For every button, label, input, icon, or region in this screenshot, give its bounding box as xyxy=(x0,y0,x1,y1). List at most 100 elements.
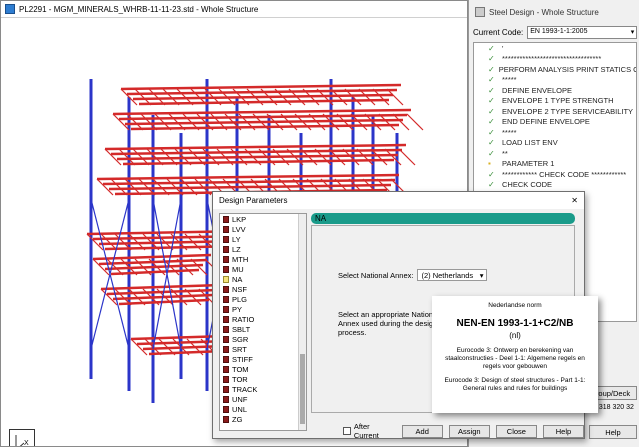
check-icon: ✓ xyxy=(488,85,495,95)
parameter-label: TOR xyxy=(232,374,248,384)
code-row: Current Code: EN 1993-1-1:2005 ▾ xyxy=(473,26,638,39)
command-text: ************ CHECK CODE ************ xyxy=(502,169,627,179)
command-item[interactable]: ✓ ********************************** xyxy=(474,54,636,65)
command-text: ENVELOPE 2 TYPE SERVICEABILITY xyxy=(502,106,634,116)
code-value: EN 1993-1-1:2005 xyxy=(530,28,588,35)
close-button[interactable]: Close xyxy=(495,424,537,438)
dialog-titlebar: Design Parameters ✕ xyxy=(213,192,584,209)
annex-value: (2) Netherlands xyxy=(421,270,474,280)
parameter-icon xyxy=(223,245,229,253)
parameter-icon xyxy=(223,215,229,223)
parameter-item[interactable]: UNL xyxy=(220,404,306,414)
code-select[interactable]: EN 1993-1-1:2005 ▾ xyxy=(527,26,638,39)
parameter-icon xyxy=(223,305,229,313)
parameter-item[interactable]: SBLT xyxy=(220,324,306,334)
deck-joist xyxy=(398,148,416,166)
annex-label: Select National Annex: xyxy=(338,270,414,280)
command-item[interactable]: ✓ CHECK CODE xyxy=(474,180,636,191)
parameter-item[interactable]: MU xyxy=(220,264,306,274)
deck-beam xyxy=(110,268,200,276)
command-item[interactable]: ✓ ENVELOPE 2 TYPE SERVICEABILITY xyxy=(474,106,636,117)
deck-beam xyxy=(104,143,407,151)
help-button[interactable]: Help xyxy=(542,424,584,438)
parameter-item[interactable]: TRACK xyxy=(220,384,306,394)
parameter-item[interactable]: SGR xyxy=(220,334,306,344)
command-text: END DEFINE ENVELOPE xyxy=(502,117,590,127)
add-button[interactable]: Add xyxy=(401,424,443,438)
command-text: ***** xyxy=(502,75,517,85)
parameter-item[interactable]: LVV xyxy=(220,224,306,234)
list-scrollbar[interactable] xyxy=(298,214,306,430)
card-language: (nl) xyxy=(509,331,521,340)
parameter-icon xyxy=(223,255,229,263)
parameter-item[interactable]: RATIO xyxy=(220,314,306,324)
parameter-item[interactable]: STIFF xyxy=(220,354,306,364)
deck-beam xyxy=(112,108,412,116)
after-current-checkbox[interactable] xyxy=(343,427,351,435)
command-item[interactable]: ✓ ***** xyxy=(474,127,636,138)
parameter-item[interactable]: LY xyxy=(220,234,306,244)
deck-joist xyxy=(104,148,122,166)
annex-row: Select National Annex: (2) Netherlands ▾ xyxy=(338,269,488,281)
steel-panel-title: Steel Design - Whole Structure xyxy=(489,7,599,17)
card-dutch-title: Eurocode 3: Ontwerp en berekening van st… xyxy=(445,347,585,370)
check-icon: ✓ xyxy=(488,54,495,64)
check-icon: ✓ xyxy=(488,43,495,53)
after-current-option[interactable]: After Current xyxy=(343,422,396,440)
steel-panel-icon xyxy=(475,7,485,17)
parameter-item[interactable]: NA xyxy=(220,274,306,284)
command-item[interactable]: ✓ ***** xyxy=(474,75,636,86)
parameter-item[interactable]: TOM xyxy=(220,364,306,374)
parameter-item[interactable]: PLG xyxy=(220,294,306,304)
parameter-label: STIFF xyxy=(232,354,253,364)
parameter-label: NA xyxy=(232,274,243,284)
parameter-icon xyxy=(223,325,229,333)
annex-select[interactable]: (2) Netherlands ▾ xyxy=(417,269,488,281)
command-text: DEFINE ENVELOPE xyxy=(502,85,573,95)
command-item[interactable]: ✓ ' xyxy=(474,43,636,54)
steel-help-button[interactable]: Help xyxy=(589,425,637,439)
parameter-icon xyxy=(223,295,229,303)
list-scroll-thumb[interactable] xyxy=(300,354,305,424)
parameter-label: SGR xyxy=(232,334,249,344)
command-item[interactable]: ✓ ************ CHECK CODE ************ xyxy=(474,169,636,180)
parameter-item[interactable]: UNF xyxy=(220,394,306,404)
parameter-item[interactable]: LKP xyxy=(220,214,306,224)
parameter-item[interactable]: LZ xyxy=(220,244,306,254)
deck-beam xyxy=(118,298,210,306)
command-item[interactable]: ✓ END DEFINE ENVELOPE xyxy=(474,117,636,128)
parameter-item[interactable]: PY xyxy=(220,304,306,314)
parameter-label: LZ xyxy=(232,244,241,254)
check-icon: ✓ xyxy=(488,180,495,190)
command-item[interactable]: ✓ LOAD LIST ENV xyxy=(474,138,636,149)
close-icon[interactable]: ✕ xyxy=(571,196,578,205)
parameter-icon xyxy=(223,235,229,243)
command-item[interactable]: ✓ PERFORM ANALYSIS PRINT STATICS C xyxy=(474,64,636,75)
parameter-icon xyxy=(223,385,229,393)
deck-joist xyxy=(134,88,152,106)
command-item[interactable]: ✓ DEFINE ENVELOPE xyxy=(474,85,636,96)
deck-beam xyxy=(120,83,402,91)
parameter-icon xyxy=(223,335,229,343)
assign-button[interactable]: Assign xyxy=(448,424,490,438)
check-icon: ✓ xyxy=(488,75,495,85)
parameter-icon xyxy=(223,355,229,363)
steel-titlebar: Steel Design - Whole Structure xyxy=(469,0,639,24)
parameter-label: TOM xyxy=(232,364,249,374)
parameter-item[interactable]: SRT xyxy=(220,344,306,354)
deck-joist xyxy=(386,88,404,106)
command-item[interactable]: ▪ PARAMETER 1 xyxy=(474,159,636,170)
card-norm-label: Nederlandse norm xyxy=(488,302,542,309)
parameter-icon xyxy=(223,225,229,233)
command-item[interactable]: ✓ ENVELOPE 1 TYPE STRENGTH xyxy=(474,96,636,107)
parameter-item[interactable]: MTH xyxy=(220,254,306,264)
parameter-item[interactable]: NSF xyxy=(220,284,306,294)
command-text: PERFORM ANALYSIS PRINT STATICS C xyxy=(498,64,637,74)
parameter-item[interactable]: ZG xyxy=(220,414,306,424)
parameter-list[interactable]: LKP LVV LY LZ MTH MU NA NSF PLG PY RATIO SBLT SGR SRT… xyxy=(219,213,307,431)
parameter-label: LVV xyxy=(232,224,246,234)
command-item[interactable]: ✓ ** xyxy=(474,148,636,159)
parameter-item[interactable]: TOR xyxy=(220,374,306,384)
structure-titlebar: PL2291 - MGM_MINERALS_WHRB-11-11-23.std … xyxy=(1,1,467,18)
parameter-label: UNL xyxy=(232,404,248,414)
